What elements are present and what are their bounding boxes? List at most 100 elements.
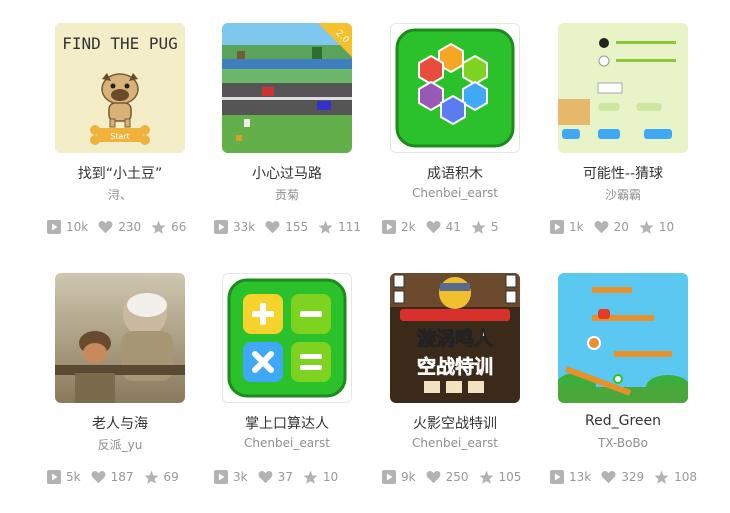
star-icon <box>654 470 669 484</box>
platform-game-thumbnail-art <box>558 273 688 403</box>
likes-count: 230 <box>118 220 142 234</box>
heart-icon <box>594 221 609 234</box>
svg-text:空战特训: 空战特训 <box>417 355 493 378</box>
project-title[interactable]: 可能性--猜球 <box>558 163 688 183</box>
play-icon <box>382 220 396 234</box>
project-author[interactable]: 沙霸霸 <box>558 186 688 203</box>
svg-text:漩涡鸣人: 漩涡鸣人 <box>417 327 494 350</box>
project-card[interactable]: 成语积木 Chenbei_earst 2k 41 5 <box>382 23 558 263</box>
ball-game-thumbnail-art <box>558 23 688 153</box>
project-stats: 2k 41 5 <box>382 219 562 235</box>
project-stats: 13k 329 108 <box>550 469 730 485</box>
project-thumbnail[interactable] <box>558 23 688 153</box>
favorites-count: 10 <box>658 220 675 234</box>
project-author[interactable]: Chenbei_earst <box>390 186 520 200</box>
heart-icon <box>91 471 106 484</box>
project-stats: 33k 155 111 <box>214 219 394 235</box>
heart-icon <box>265 221 280 234</box>
star-icon <box>471 220 486 234</box>
favorites-count: 5 <box>490 220 499 234</box>
road-game-thumbnail-art: 2.0 <box>222 23 352 153</box>
views-count: 13k <box>569 470 592 484</box>
favorites-count: 111 <box>338 220 362 234</box>
favorites-count: 105 <box>498 470 522 484</box>
painting-thumbnail-art <box>55 273 185 403</box>
svg-text:Start: Start <box>110 132 130 141</box>
likes-count: 37 <box>277 470 293 484</box>
heart-icon <box>601 471 616 484</box>
likes-count: 20 <box>613 220 629 234</box>
heart-icon <box>426 221 441 234</box>
heart-icon <box>426 471 441 484</box>
project-card[interactable]: FIND THE PUG Start 找到“小土豆” 浔、 10k 230 66 <box>47 23 223 263</box>
favorites-count: 69 <box>163 470 179 484</box>
project-title[interactable]: 成语积木 <box>390 163 520 183</box>
project-thumbnail[interactable] <box>558 273 688 403</box>
likes-count: 41 <box>445 220 461 234</box>
project-title[interactable]: 掌上口算达人 <box>222 413 352 433</box>
play-icon <box>214 220 228 234</box>
project-card[interactable]: 2.0 小心过马路 贡菊 33k 155 111 <box>214 23 390 263</box>
play-icon <box>550 470 564 484</box>
likes-count: 155 <box>285 220 309 234</box>
likes-count: 187 <box>110 470 134 484</box>
project-thumbnail[interactable] <box>55 273 185 403</box>
project-thumbnail[interactable] <box>390 23 520 153</box>
project-title[interactable]: 火影空战特训 <box>390 413 520 433</box>
calculator-app-icon <box>227 278 347 398</box>
heart-icon <box>98 221 113 234</box>
star-icon <box>303 470 318 484</box>
pug-game-thumbnail-art: FIND THE PUG Start <box>55 23 185 153</box>
play-icon <box>550 220 564 234</box>
favorites-count: 66 <box>171 220 187 234</box>
project-stats: 5k 187 69 <box>47 469 227 485</box>
likes-count: 250 <box>445 470 469 484</box>
views-count: 33k <box>233 220 256 234</box>
project-card[interactable]: 掌上口算达人 Chenbei_earst 3k 37 10 <box>214 273 390 513</box>
views-count: 9k <box>401 470 416 484</box>
play-icon <box>47 220 61 234</box>
star-icon <box>479 470 493 484</box>
project-title[interactable]: 老人与海 <box>55 413 185 433</box>
play-icon <box>382 470 396 484</box>
views-count: 5k <box>66 470 81 484</box>
project-title[interactable]: 找到“小土豆” <box>55 163 185 183</box>
project-card[interactable]: 老人与海 反派_yu 5k 187 69 <box>47 273 223 513</box>
svg-text:FIND THE PUG: FIND THE PUG <box>62 34 178 53</box>
project-title[interactable]: Red_Green <box>558 413 688 429</box>
views-count: 2k <box>401 220 416 234</box>
heart-icon <box>258 471 273 484</box>
star-icon <box>318 220 333 234</box>
star-icon <box>144 470 158 484</box>
project-author[interactable]: TX-BoBo <box>558 436 688 450</box>
project-author[interactable]: 浔、 <box>55 186 185 203</box>
project-thumbnail[interactable]: FIND THE PUG Start <box>55 23 185 153</box>
project-author[interactable]: 反派_yu <box>55 436 185 453</box>
project-stats: 3k 37 10 <box>214 469 394 485</box>
play-icon <box>214 470 228 484</box>
project-author[interactable]: 贡菊 <box>222 186 352 203</box>
project-thumbnail[interactable]: 漩涡鸣人 空战特训 <box>390 273 520 403</box>
project-thumbnail[interactable] <box>222 273 352 403</box>
project-stats: 10k 230 66 <box>47 219 227 235</box>
views-count: 1k <box>569 220 584 234</box>
star-icon <box>151 220 166 234</box>
project-stats: 9k 250 105 <box>382 469 562 485</box>
play-icon <box>47 470 61 484</box>
favorites-count: 10 <box>322 470 339 484</box>
project-author[interactable]: Chenbei_earst <box>222 436 352 450</box>
views-count: 3k <box>233 470 248 484</box>
project-card[interactable]: 可能性--猜球 沙霸霸 1k 20 10 <box>550 23 726 263</box>
naruto-game-thumbnail-art: 漩涡鸣人 空战特训 <box>390 273 520 403</box>
favorites-count: 108 <box>674 470 698 484</box>
hexagon-app-icon <box>395 28 515 148</box>
project-author[interactable]: Chenbei_earst <box>390 436 520 450</box>
views-count: 10k <box>66 220 89 234</box>
star-icon <box>639 220 654 234</box>
likes-count: 329 <box>621 470 645 484</box>
project-title[interactable]: 小心过马路 <box>222 163 352 183</box>
project-stats: 1k 20 10 <box>550 219 730 235</box>
project-thumbnail[interactable]: 2.0 <box>222 23 352 153</box>
project-card[interactable]: 漩涡鸣人 空战特训 火影空战特训 Chenbei_earst 9k 250 10… <box>382 273 558 513</box>
project-card[interactable]: Red_Green TX-BoBo 13k 329 108 <box>550 273 726 513</box>
